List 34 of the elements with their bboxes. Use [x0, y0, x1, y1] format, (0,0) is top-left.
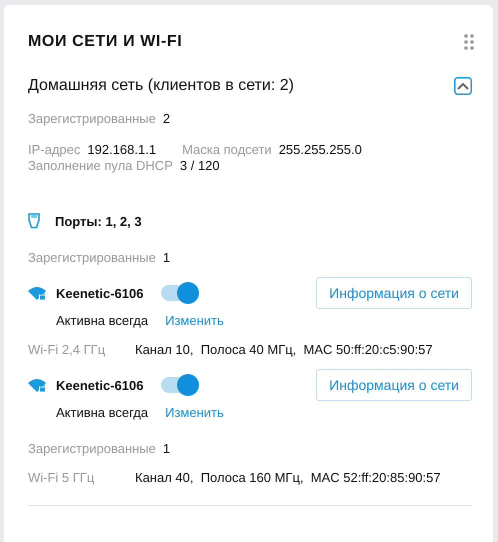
field-label: Заполнение пула DHCP — [28, 158, 173, 173]
network-info-button[interactable]: Информация о сети — [316, 369, 472, 401]
wifi-lock-icon — [28, 378, 47, 392]
card-title: МОИ СЕТИ И WI-FI — [28, 33, 182, 51]
network-name: Домашняя сеть (клиентов в сети: 2) — [28, 77, 294, 95]
field-value: 1 — [162, 250, 170, 265]
network-name: Keenetic-6106 — [56, 286, 144, 300]
field-value: 192.168.1.1 — [87, 142, 156, 157]
field-label: Маска подсети — [182, 142, 272, 157]
field-label: Зарегистрированные — [28, 250, 156, 265]
band-details: Канал 40, Полоса 160 МГц, MAC 52:ff:20:85:90:57 — [135, 470, 441, 485]
schedule-text: Активна всегда — [56, 313, 148, 328]
schedule-text: Активна всегда — [56, 405, 148, 420]
wifi-lock-icon — [28, 286, 47, 300]
band-details: Канал 10, Полоса 40 МГц, MAC 50:ff:20:c5:90:57 — [135, 342, 433, 357]
change-link[interactable]: Изменить — [165, 313, 224, 328]
band-label: Wi-Fi 2,4 ГГц — [28, 342, 106, 357]
field-value: 3 / 120 — [180, 158, 220, 173]
drag-handle-icon[interactable] — [464, 34, 474, 50]
network-info-button[interactable]: Информация о сети — [316, 277, 472, 309]
field-label: IP-адрес — [28, 142, 80, 157]
field-value: 255.255.255.0 — [278, 142, 362, 157]
change-link[interactable]: Изменить — [165, 405, 224, 420]
toggle-switch[interactable] — [161, 377, 200, 393]
ethernet-port-icon — [28, 213, 40, 229]
ports-label: Порты: 1, 2, 3 — [55, 214, 142, 228]
toggle-switch[interactable] — [161, 285, 200, 301]
field-label: Зарегистрированные — [28, 111, 156, 126]
field-value: 1 — [162, 441, 170, 456]
band-label: Wi-Fi 5 ГГц — [28, 470, 96, 485]
field-value: 2 — [162, 111, 170, 126]
network-name: Keenetic-6106 — [56, 378, 144, 392]
field-label: Зарегистрированные — [28, 441, 156, 456]
collapse-icon[interactable] — [454, 77, 472, 95]
